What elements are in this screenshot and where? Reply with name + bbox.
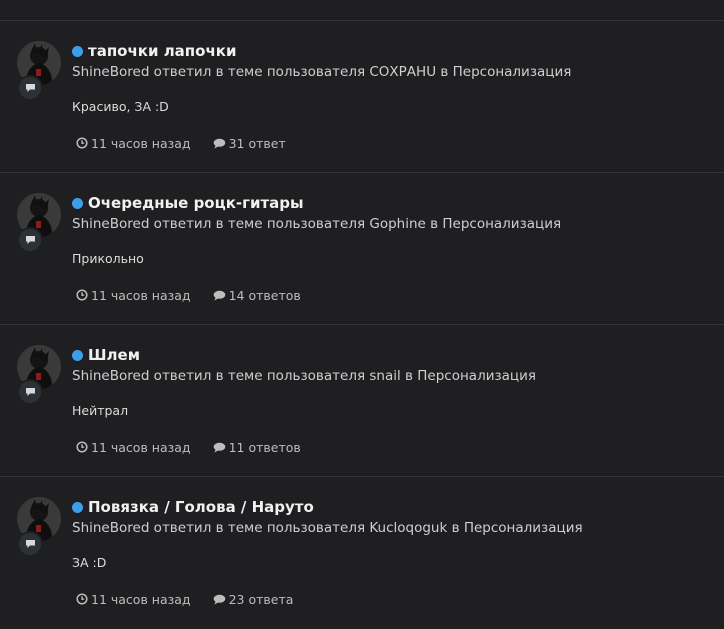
activity-item: Очередные роцк-гитары ShineBored ответил… bbox=[0, 173, 724, 325]
item-meta: 11 часов назад 11 ответов bbox=[76, 439, 301, 455]
post-snippet: Красиво, ЗА :D bbox=[72, 99, 169, 114]
avatar[interactable] bbox=[17, 345, 63, 405]
comment-icon bbox=[213, 290, 225, 300]
activity-description: ShineBored ответил в теме пользователя С… bbox=[72, 64, 572, 80]
topic-title-link[interactable]: Шлем bbox=[88, 346, 140, 364]
clock-icon bbox=[76, 289, 88, 301]
avatar[interactable] bbox=[17, 193, 63, 253]
comment-icon bbox=[17, 379, 43, 405]
post-snippet: Прикольно bbox=[72, 251, 144, 266]
activity-description: ShineBored ответил в теме пользователя s… bbox=[72, 368, 537, 384]
comment-icon bbox=[17, 75, 43, 101]
activity-description: ShineBored ответил в теме пользователя G… bbox=[72, 216, 562, 232]
timestamp[interactable]: 11 часов назад bbox=[91, 136, 191, 151]
unread-indicator bbox=[72, 349, 83, 361]
comment-icon bbox=[213, 138, 225, 148]
item-meta: 11 часов назад 31 ответ bbox=[76, 135, 286, 151]
comment-icon bbox=[213, 594, 225, 604]
activity-item: Повязка / Голова / Наруто ShineBored отв… bbox=[0, 477, 724, 629]
activity-item: Шлем ShineBored ответил в теме пользоват… bbox=[0, 325, 724, 477]
comment-icon bbox=[17, 531, 43, 557]
avatar[interactable] bbox=[17, 41, 63, 101]
timestamp[interactable]: 11 часов назад bbox=[91, 440, 191, 455]
unread-indicator bbox=[72, 501, 83, 513]
clock-icon bbox=[76, 137, 88, 149]
reply-count: 23 ответа bbox=[228, 591, 294, 607]
item-meta: 11 часов назад 23 ответа bbox=[76, 591, 293, 607]
post-snippet: ЗА :D bbox=[72, 555, 107, 570]
reply-count: 11 ответов bbox=[228, 439, 301, 455]
unread-indicator bbox=[72, 45, 83, 57]
avatar[interactable] bbox=[17, 497, 63, 557]
topic-title-link[interactable]: Очередные роцк-гитары bbox=[88, 194, 304, 212]
post-snippet: Нейтрал bbox=[72, 403, 129, 418]
reply-count: 14 ответов bbox=[228, 287, 301, 303]
comment-icon bbox=[213, 442, 225, 452]
item-meta: 11 часов назад 14 ответов bbox=[76, 287, 301, 303]
topic-title-link[interactable]: Повязка / Голова / Наруто bbox=[88, 498, 314, 516]
topic-title-link[interactable]: тапочки лапочки bbox=[88, 42, 236, 60]
activity-description: ShineBored ответил в теме пользователя K… bbox=[72, 520, 583, 536]
timestamp[interactable]: 11 часов назад bbox=[91, 288, 191, 303]
reply-count: 31 ответ bbox=[228, 135, 286, 151]
clock-icon bbox=[76, 593, 88, 605]
activity-item: тапочки лапочки ShineBored ответил в тем… bbox=[0, 21, 724, 173]
activity-feed: тапочки лапочки ShineBored ответил в тем… bbox=[0, 0, 724, 622]
timestamp[interactable]: 11 часов назад bbox=[91, 592, 191, 607]
clock-icon bbox=[76, 441, 88, 453]
unread-indicator bbox=[72, 197, 83, 209]
comment-icon bbox=[17, 227, 43, 253]
